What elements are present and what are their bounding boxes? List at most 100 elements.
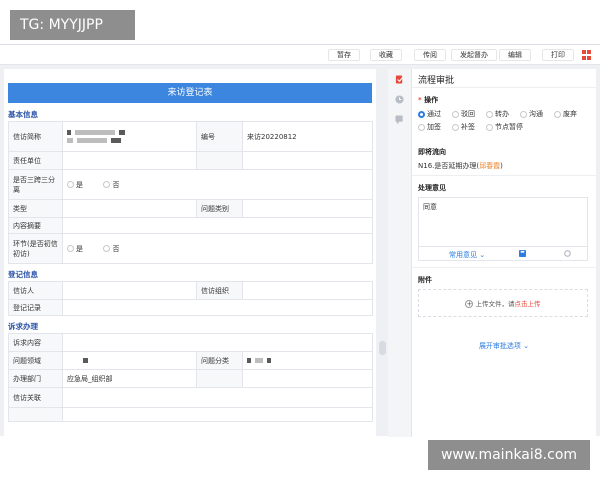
option-add-sign[interactable]: 加签	[418, 122, 441, 132]
radio-unselected[interactable]	[418, 123, 425, 131]
apps-grid-icon[interactable]	[582, 50, 592, 60]
upload-text: 上传文件，请	[475, 300, 515, 308]
option-reject[interactable]: 驳回	[452, 109, 475, 119]
record-value[interactable]	[62, 299, 373, 316]
radio-unselected[interactable]	[452, 123, 459, 131]
appeal-table: 诉求内容 问题领域 问题分类 办理部门 应急局_组织部 信访关联	[8, 333, 373, 422]
visitor-summary-label: 信访简称	[8, 121, 63, 152]
comment-icon[interactable]	[395, 115, 404, 124]
option-label: 驳回	[461, 110, 475, 118]
next-flow-person[interactable]: 邱春霞	[479, 162, 500, 170]
history-clock-icon[interactable]	[395, 95, 404, 104]
table-row: 类型 问题类别	[8, 199, 373, 218]
save-draft-button[interactable]: 暂存	[328, 49, 360, 61]
table-row: 是否三跨三分离 是 否	[8, 169, 373, 200]
table-row: 诉求内容	[8, 333, 373, 352]
radio-yes-label: 是	[76, 180, 83, 189]
panel-collapse-handle[interactable]	[379, 341, 386, 355]
review-panel: 流程审批 * 操作 通过 驳回 转办 沟通 废弃 加签 补签 节点暂停 即将流向…	[412, 69, 596, 437]
option-discard[interactable]: 废弃	[554, 109, 577, 119]
opinion-textarea[interactable]: 同意	[418, 197, 588, 247]
radio-unselected[interactable]	[486, 123, 493, 131]
empty-label-cell	[196, 369, 243, 388]
content-summary-label: 内容摘要	[8, 217, 63, 234]
responsible-unit-value[interactable]	[62, 151, 197, 170]
supervise-button[interactable]: 发起督办	[451, 49, 497, 61]
option-pass[interactable]: 通过	[418, 109, 441, 119]
visit-relation-value[interactable]	[62, 387, 373, 408]
option-label: 沟通	[529, 110, 543, 118]
responsible-unit-label: 责任单位	[8, 151, 63, 170]
table-row: 内容摘要	[8, 217, 373, 234]
table-row: 登记记录	[8, 299, 373, 316]
save-icon[interactable]	[519, 250, 526, 257]
option-transfer[interactable]: 转办	[486, 109, 509, 119]
empty-label-cell	[196, 151, 243, 170]
issue-category-value[interactable]	[242, 199, 373, 218]
handling-dept-value: 应急局_组织部	[62, 369, 197, 388]
watermark-top: TG: MYYJJPP	[10, 10, 135, 40]
three-cross-label: 是否三跨三分离	[8, 169, 63, 200]
circulate-button[interactable]: 传阅	[414, 49, 446, 61]
first-visit-radio-group: 是 否	[62, 233, 373, 264]
settings-icon[interactable]	[564, 250, 571, 257]
record-label: 登记记录	[8, 299, 63, 316]
visit-relation-label: 信访关联	[8, 387, 63, 408]
plus-icon: +	[465, 300, 474, 308]
option-communicate[interactable]: 沟通	[520, 109, 543, 119]
chevron-down-icon: ⌄	[523, 342, 530, 350]
radio-no[interactable]	[103, 181, 111, 188]
visitor-label: 信访人	[8, 281, 63, 300]
appeal-content-value[interactable]	[62, 333, 373, 352]
upload-area[interactable]: + 上传文件，请点击上传	[418, 289, 588, 317]
form-panel: 来访登记表 基本信息 信访简称 编号 来访20220812 责任单位 是否三跨三	[4, 69, 376, 437]
section-basic-info: 基本信息	[8, 110, 38, 119]
top-toolbar: 暂存 收藏 传阅 发起督办 编辑 打印	[0, 45, 600, 65]
favorite-button[interactable]: 收藏	[370, 49, 402, 61]
operation-label: * 操作	[418, 95, 438, 105]
type-value[interactable]	[62, 199, 197, 218]
app-frame: 暂存 收藏 传阅 发起督办 编辑 打印 来访登记表 基本信息 信访简称 编号 来…	[0, 44, 600, 437]
radio-unselected[interactable]	[452, 110, 459, 118]
next-flow-close: )	[500, 162, 503, 170]
upload-link[interactable]: 点击上传	[515, 300, 541, 308]
next-flow-text: N16.是否延期办理(邱春霞)	[418, 161, 503, 171]
edit-button[interactable]: 编辑	[499, 49, 531, 61]
table-row: 办理部门 应急局_组织部	[8, 369, 373, 388]
empty-label-cell	[8, 407, 63, 422]
radio-unselected[interactable]	[554, 110, 561, 118]
issue-domain-value[interactable]	[62, 351, 197, 370]
expand-options-link[interactable]: 展开审批选项 ⌄	[412, 341, 596, 351]
radio-unselected[interactable]	[520, 110, 527, 118]
table-row: 环节(是否初信初访) 是 否	[8, 233, 373, 264]
chevron-down-icon: ⌄	[479, 251, 486, 259]
visitor-value[interactable]	[62, 281, 197, 300]
radio-unselected[interactable]	[486, 110, 493, 118]
table-row: 问题领域 问题分类	[8, 351, 373, 370]
number-value: 来访20220812	[242, 121, 373, 152]
next-flow-node: N16.是否延期办理(	[418, 162, 480, 170]
radio-yes-label: 是	[76, 244, 83, 253]
print-button[interactable]: 打印	[542, 49, 574, 61]
table-row: 信访人 信访组织	[8, 281, 373, 300]
radio-yes[interactable]	[67, 245, 74, 252]
issue-classification-value[interactable]	[242, 351, 373, 370]
common-opinion-dropdown[interactable]: 常用意见 ⌄	[449, 250, 485, 260]
register-info-table: 信访人 信访组织 登记记录	[8, 281, 373, 316]
radio-yes[interactable]	[67, 181, 74, 188]
radio-no-label: 否	[112, 244, 120, 253]
visitor-summary-value[interactable]	[62, 121, 197, 152]
approval-doc-icon[interactable]	[395, 75, 404, 84]
issue-category-label: 问题类别	[196, 199, 243, 218]
org-value[interactable]	[242, 281, 373, 300]
attachment-label: 附件	[418, 276, 432, 284]
next-flow-label: 即将流向	[418, 148, 446, 156]
radio-no[interactable]	[103, 245, 111, 252]
option-pause-node[interactable]: 节点暂停	[486, 122, 523, 132]
radio-selected[interactable]	[418, 110, 425, 118]
option-label: 补签	[461, 123, 475, 131]
handling-dept-label: 办理部门	[8, 369, 63, 388]
content-summary-value[interactable]	[62, 217, 373, 234]
three-cross-radio-group: 是 否	[62, 169, 373, 200]
option-supplement-sign[interactable]: 补签	[452, 122, 475, 132]
